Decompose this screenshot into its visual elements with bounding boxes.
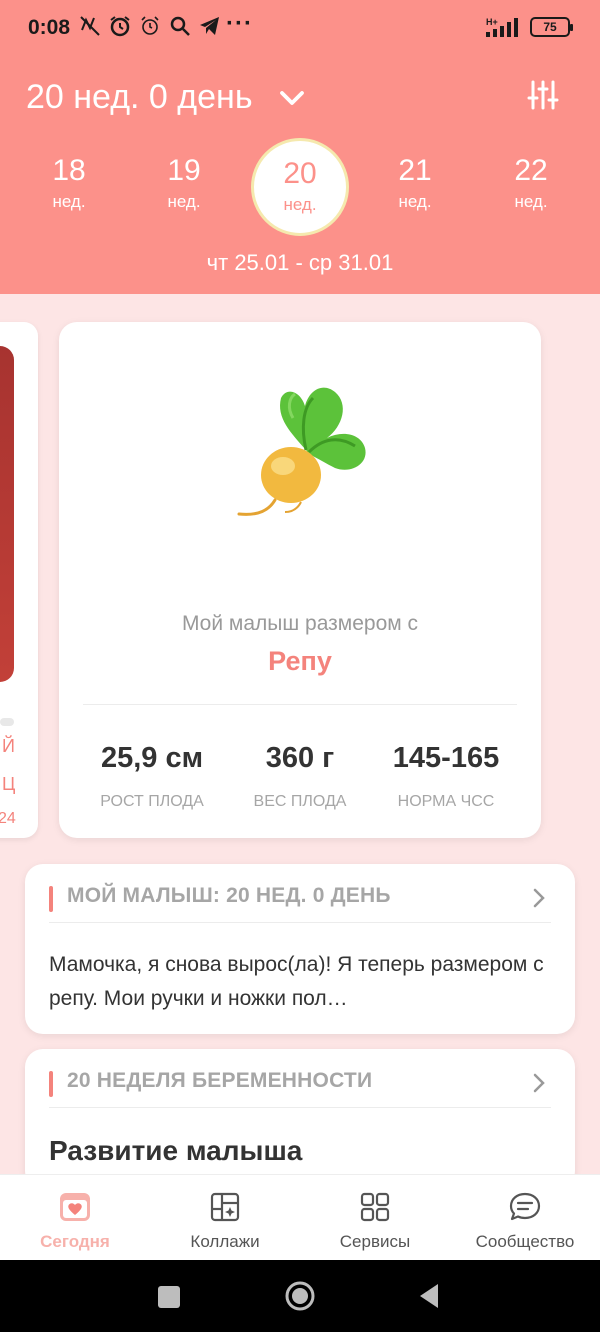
section-header[interactable]: МОЙ МАЛЫШ: 20 НЕД. 0 ДЕНЬ [49, 882, 551, 918]
week-number: 22 [514, 154, 548, 187]
bottom-navigation: Сегодня Коллажи Сервисы Сообщество [0, 1174, 600, 1260]
week-header: 20 нед. 0 день 18 нед. 19 нед. 20 нед. 2… [0, 58, 600, 294]
week-unit: нед. [283, 195, 317, 214]
recent-apps-icon[interactable] [156, 1280, 182, 1312]
stat-value: 145-165 [392, 742, 500, 774]
week-item[interactable]: 22 нед. [481, 138, 581, 238]
calendar-heart-icon [60, 1193, 90, 1221]
settings-sliders-icon[interactable] [526, 78, 560, 112]
stat-height: 25,9 см РОСТ ПЛОДА [72, 742, 232, 811]
previous-card-text: Ц [2, 774, 16, 794]
nav-today[interactable]: Сегодня [0, 1175, 150, 1261]
article-preview-text: Мамочка, я снова вырос(ла)! Я теперь раз… [49, 953, 544, 1010]
week-title: 20 нед. 0 день [26, 78, 253, 116]
home-icon[interactable] [283, 1280, 317, 1312]
section-title: МОЙ МАЛЫШ: 20 НЕД. 0 ДЕНЬ [67, 884, 391, 907]
battery-level: 75 [543, 20, 557, 34]
previous-card-text: 24 [0, 810, 16, 827]
divider [49, 1107, 551, 1108]
section-title: 20 НЕДЕЛЯ БЕРЕМЕННОСТИ [67, 1069, 373, 1092]
week-unit: нед. [167, 192, 201, 211]
fruit-name: Репу [268, 646, 332, 676]
week-unit: нед. [52, 192, 86, 211]
turnip-icon [237, 387, 366, 516]
system-navigation-bar [0, 1260, 600, 1332]
status-notification-icons [78, 14, 222, 38]
week-number: 18 [52, 154, 86, 187]
status-system: H+ 75 [484, 16, 573, 38]
signal-icon: H+ [486, 17, 518, 37]
stat-label: ВЕС ПЛОДА [253, 793, 347, 810]
week-unit: нед. [398, 192, 432, 211]
week-item[interactable]: 18 нед. [19, 138, 119, 238]
divider [49, 922, 551, 923]
size-caption: Мой малыш размером с [181, 612, 419, 635]
nav-label: Коллажи [190, 1232, 260, 1251]
section-accent-bar [49, 886, 53, 912]
carousel-indicator [0, 718, 14, 726]
search-icon [170, 16, 190, 36]
week-item[interactable]: 21 нед. [365, 138, 465, 238]
week-date-range: чт 25.01 - ср 31.01 [206, 250, 394, 275]
week-number: 20 [283, 157, 317, 190]
nav-community[interactable]: Сообщество [450, 1175, 600, 1261]
telegram-icon [200, 17, 219, 35]
nav-label: Сервисы [339, 1232, 411, 1251]
collage-icon [210, 1192, 240, 1222]
chevron-right-icon [533, 1073, 545, 1093]
nav-label: Сегодня [40, 1232, 110, 1251]
chat-icon [509, 1192, 541, 1221]
week-number: 21 [398, 154, 432, 187]
previous-card[interactable]: Й Ц 24 [0, 322, 38, 838]
section-header[interactable]: 20 НЕДЕЛЯ БЕРЕМЕННОСТИ [49, 1067, 551, 1103]
status-more-icon: ··· [226, 10, 253, 37]
back-icon[interactable] [416, 1280, 442, 1312]
status-time: 0:08 [28, 16, 71, 39]
previous-card-image [0, 346, 14, 682]
week-selector[interactable]: 20 нед. 0 день [26, 78, 307, 117]
divider [83, 704, 517, 705]
section-accent-bar [49, 1071, 53, 1097]
nav-label: Сообщество [475, 1232, 575, 1251]
battery-icon: 75 [530, 17, 573, 37]
network-type: H+ [486, 17, 498, 27]
baby-size-card[interactable]: Мой малыш размером с Репу 25,9 см РОСТ П… [59, 322, 541, 838]
stat-label: РОСТ ПЛОДА [100, 793, 204, 810]
status-bar: 0:08 ··· H+ 75 [0, 0, 600, 58]
nav-services[interactable]: Сервисы [300, 1175, 450, 1261]
stat-weight: 360 г ВЕС ПЛОДА [220, 742, 380, 811]
week-number: 19 [167, 154, 201, 187]
mute-vibrate-icon [80, 16, 100, 36]
alarm-outline-icon [141, 16, 159, 35]
alarm-icon [110, 16, 130, 37]
my-baby-article-card[interactable]: МОЙ МАЛЫШ: 20 НЕД. 0 ДЕНЬ Мамочка, я сно… [25, 864, 575, 1034]
stat-value: 360 г [265, 742, 335, 774]
week-unit: нед. [514, 192, 548, 211]
previous-card-text: Й [2, 736, 15, 756]
nav-collages[interactable]: Коллажи [150, 1175, 300, 1261]
chevron-right-icon [533, 888, 545, 908]
stat-value: 25,9 см [100, 742, 204, 774]
grid-icon [360, 1192, 390, 1222]
stat-label: НОРМА ЧСС [397, 793, 495, 810]
chevron-down-icon [279, 90, 304, 105]
article-heading: Развитие малыша [49, 1135, 303, 1166]
pregnancy-week-article-card[interactable]: 20 НЕДЕЛЯ БЕРЕМЕННОСТИ Развитие малыша [25, 1049, 575, 1189]
week-carousel: 18 нед. 19 нед. 20 нед. 21 нед. 22 нед. [0, 138, 600, 238]
week-item-selected[interactable]: 20 нед. [251, 138, 349, 236]
week-item[interactable]: 19 нед. [134, 138, 234, 238]
stat-heart-rate: 145-165 НОРМА ЧСС [366, 742, 526, 811]
